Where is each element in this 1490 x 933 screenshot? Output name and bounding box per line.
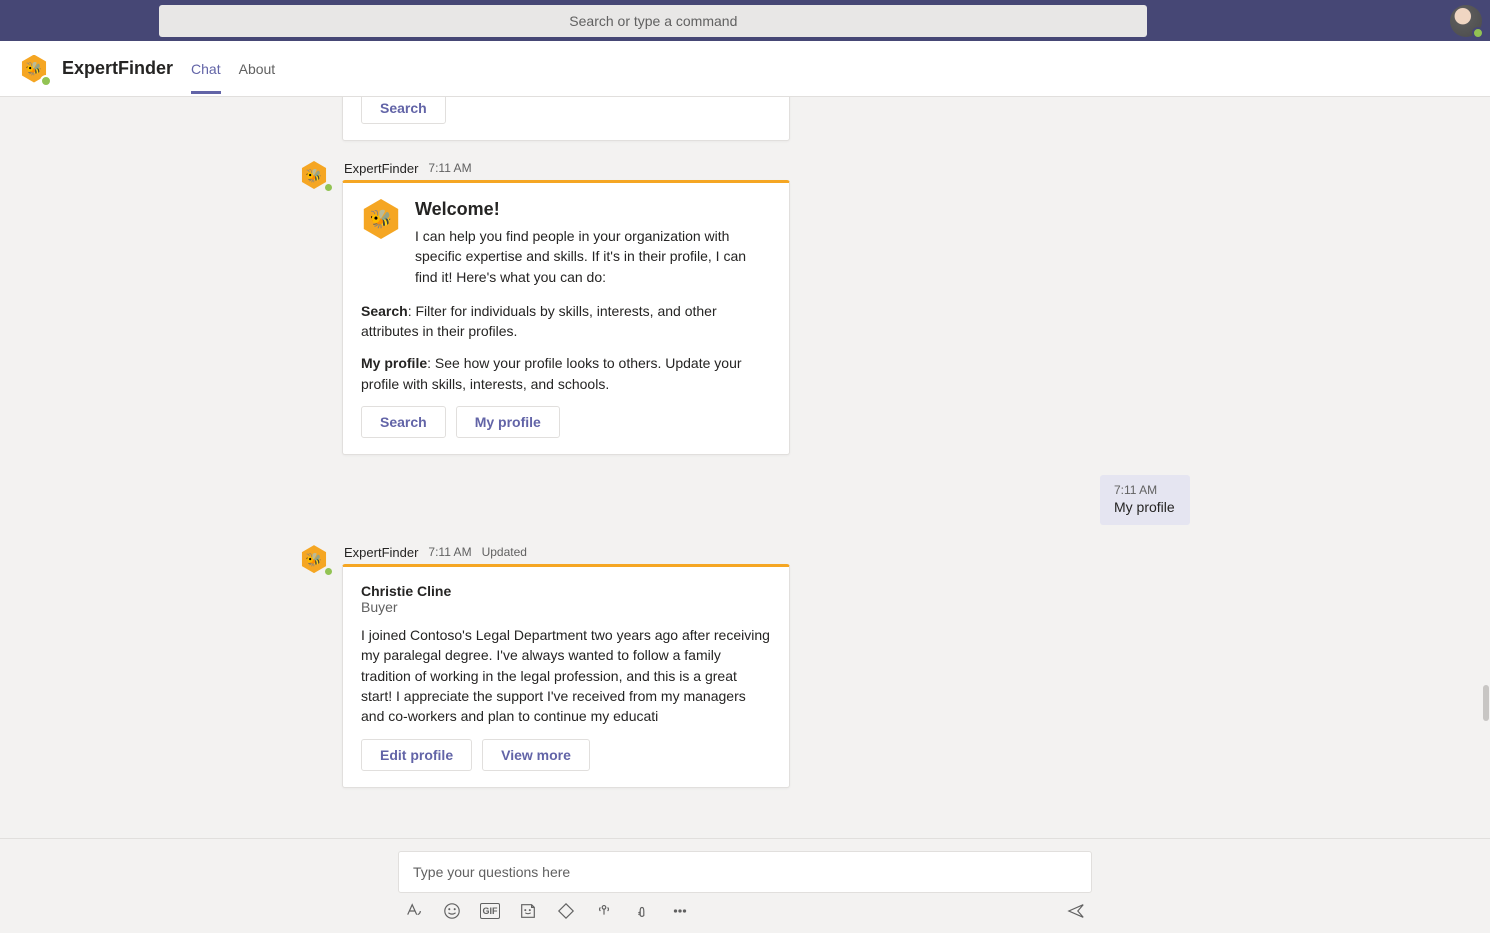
praise-icon[interactable]: [632, 901, 652, 921]
user-message-row: 7:11 AM My profile: [300, 475, 1190, 525]
bee-icon: 🐝: [306, 169, 322, 182]
bee-icon: 🐝: [370, 210, 392, 228]
tab-about[interactable]: About: [239, 43, 276, 94]
profile-bio: I joined Contoso's Legal Department two …: [361, 625, 771, 726]
search-button[interactable]: Search: [361, 406, 446, 438]
gif-icon[interactable]: GIF: [480, 903, 500, 919]
my-profile-button[interactable]: My profile: [456, 406, 560, 438]
message-time: 7:11 AM: [428, 545, 471, 560]
view-more-button[interactable]: View more: [482, 739, 590, 771]
chat-area: Search 🐝 ExpertFinder 7:11 AM 🐝: [0, 97, 1490, 933]
user-message[interactable]: 7:11 AM My profile: [1100, 475, 1190, 525]
welcome-title: Welcome!: [415, 199, 771, 220]
edit-profile-button[interactable]: Edit profile: [361, 739, 472, 771]
app-title: ExpertFinder: [62, 58, 173, 79]
feature-profile: My profile: See how your profile looks t…: [361, 353, 771, 394]
message-time: 7:11 AM: [428, 161, 471, 176]
compose-toolbar: GIF: [398, 893, 1092, 921]
sender-name: ExpertFinder: [344, 161, 418, 176]
bot-message: 🐝 ExpertFinder 7:11 AM Updated Christie …: [300, 545, 1190, 787]
search-placeholder: Search or type a command: [569, 13, 737, 29]
app-logo-large: 🐝: [361, 199, 401, 239]
compose-area: Type your questions here GIF: [0, 838, 1490, 933]
meet-now-icon[interactable]: [556, 901, 576, 921]
app-logo: 🐝: [20, 55, 48, 83]
sticker-icon[interactable]: [518, 901, 538, 921]
compose-input[interactable]: Type your questions here: [398, 851, 1092, 893]
global-search-input[interactable]: Search or type a command: [159, 5, 1147, 37]
presence-available-icon: [40, 75, 52, 87]
user-message-text: My profile: [1114, 499, 1175, 515]
bee-icon: 🐝: [26, 62, 42, 75]
bot-message: Search: [300, 97, 1190, 141]
presence-available-icon: [323, 182, 334, 193]
message-time: 7:11 AM: [1114, 483, 1176, 497]
presence-available-icon: [1472, 27, 1484, 39]
send-icon[interactable]: [1066, 901, 1086, 921]
format-icon[interactable]: [404, 901, 424, 921]
compose-placeholder: Type your questions here: [413, 864, 570, 880]
bot-avatar: 🐝: [300, 161, 332, 193]
welcome-intro: I can help you find people in your organ…: [415, 226, 771, 287]
stream-icon[interactable]: [594, 901, 614, 921]
presence-available-icon: [323, 566, 334, 577]
search-button[interactable]: Search: [361, 97, 446, 124]
bee-icon: 🐝: [306, 553, 322, 566]
profile-card: Christie Cline Buyer I joined Contoso's …: [342, 564, 790, 787]
scrollbar-thumb[interactable]: [1483, 685, 1489, 721]
message-header: ExpertFinder 7:11 AM Updated: [342, 545, 790, 560]
bot-message: 🐝 ExpertFinder 7:11 AM 🐝 Welcome! I: [300, 161, 1190, 455]
more-icon[interactable]: [670, 901, 690, 921]
emoji-icon[interactable]: [442, 901, 462, 921]
updated-label: Updated: [482, 545, 527, 560]
app-tabs: Chat About: [191, 43, 275, 94]
welcome-card: 🐝 Welcome! I can help you find people in…: [342, 180, 790, 455]
app-header: 🐝 ExpertFinder Chat About: [0, 41, 1490, 97]
bot-avatar: 🐝: [300, 545, 332, 577]
me-avatar[interactable]: [1450, 5, 1482, 37]
message-header: ExpertFinder 7:11 AM: [342, 161, 790, 176]
message-list: Search 🐝 ExpertFinder 7:11 AM 🐝: [0, 97, 1490, 838]
tab-chat[interactable]: Chat: [191, 43, 221, 94]
top-bar: Search or type a command: [0, 0, 1490, 41]
sender-name: ExpertFinder: [344, 545, 418, 560]
profile-name: Christie Cline: [361, 583, 771, 599]
feature-search: Search: Filter for individuals by skills…: [361, 301, 771, 342]
profile-role: Buyer: [361, 599, 771, 615]
